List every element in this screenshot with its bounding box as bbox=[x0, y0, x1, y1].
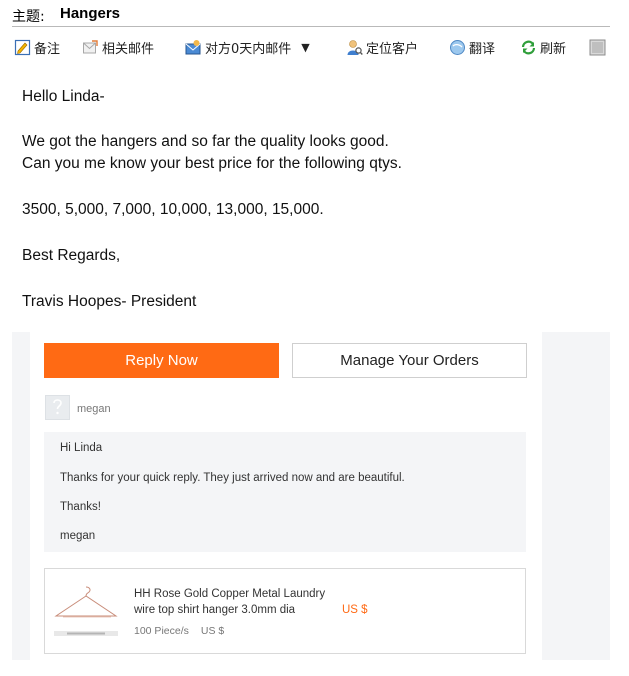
product-meta: 100 Piece/s US $ bbox=[134, 625, 236, 637]
related-mail-button[interactable]: 相关邮件 bbox=[82, 36, 154, 58]
email-greeting: Hello Linda- bbox=[22, 88, 105, 105]
contact-mail-icon bbox=[185, 39, 201, 54]
contact-mail-label: 对方0天内邮件 bbox=[205, 41, 292, 57]
refresh-label: 刷新 bbox=[540, 41, 567, 57]
avatar bbox=[45, 395, 70, 420]
window-icon bbox=[589, 39, 606, 55]
email-body: Hello Linda- We got the hangers and so f… bbox=[22, 86, 602, 313]
email-quantities: 3500, 5,000, 7,000, 10,000, 13,000, 15,0… bbox=[22, 201, 324, 218]
chevron-down-icon[interactable]: ▼ bbox=[301, 41, 309, 54]
default-avatar-icon bbox=[53, 399, 62, 415]
mail-toolbar: 备注 相关邮件 对方0天内邮件 ▼ 定位客户 翻译 刷新 bbox=[12, 34, 618, 60]
refresh-icon bbox=[521, 40, 536, 54]
email-line-1: We got the hangers and so far the qualit… bbox=[22, 133, 389, 150]
message-line-4: megan bbox=[60, 530, 96, 542]
locate-customer-label: 定位客户 bbox=[366, 41, 419, 57]
subject-label: 主题: bbox=[12, 9, 45, 25]
sender-name: megan bbox=[77, 403, 111, 415]
subject-bar: 主题: Hangers bbox=[12, 2, 610, 27]
note-icon bbox=[14, 39, 31, 55]
related-mail-label: 相关邮件 bbox=[102, 41, 155, 57]
more-button[interactable] bbox=[589, 36, 609, 58]
reply-now-button[interactable]: Reply Now bbox=[44, 343, 279, 378]
hanger-product-image bbox=[54, 586, 118, 636]
manage-orders-button[interactable]: Manage Your Orders bbox=[292, 343, 527, 378]
translate-label: 翻译 bbox=[469, 41, 496, 57]
email-closing: Best Regards, bbox=[22, 247, 121, 264]
translate-icon bbox=[450, 39, 465, 55]
product-unit-price: US $ bbox=[200, 625, 225, 637]
note-button[interactable]: 备注 bbox=[14, 36, 60, 58]
email-signature: Travis Hoopes- President bbox=[22, 293, 197, 310]
note-label: 备注 bbox=[34, 41, 61, 57]
locate-customer-button[interactable]: 定位客户 bbox=[346, 36, 418, 58]
refresh-button[interactable]: 刷新 bbox=[520, 36, 566, 58]
message-line-1: Hi Linda bbox=[60, 442, 103, 454]
product-title[interactable]: HH Rose Gold Copper Metal Laundry wire t… bbox=[134, 586, 339, 618]
locate-customer-icon bbox=[347, 39, 363, 55]
contact-mail-button[interactable]: 对方0天内邮件 ▼ bbox=[185, 36, 310, 58]
translate-button[interactable]: 翻译 bbox=[449, 36, 495, 58]
message-line-3: Thanks! bbox=[60, 501, 101, 513]
product-price: US $ bbox=[342, 604, 368, 616]
message-line-2: Thanks for your quick reply. They just a… bbox=[60, 472, 405, 484]
product-card[interactable]: HH Rose Gold Copper Metal Laundry wire t… bbox=[44, 568, 526, 654]
subject-value: Hangers bbox=[60, 5, 121, 22]
quoted-message: Hi Linda Thanks for your quick reply. Th… bbox=[44, 432, 526, 552]
email-line-2: Can you me know your best price for the … bbox=[22, 155, 402, 172]
product-quantity: 100 Piece/s bbox=[134, 625, 189, 637]
related-mail-icon bbox=[83, 39, 98, 53]
